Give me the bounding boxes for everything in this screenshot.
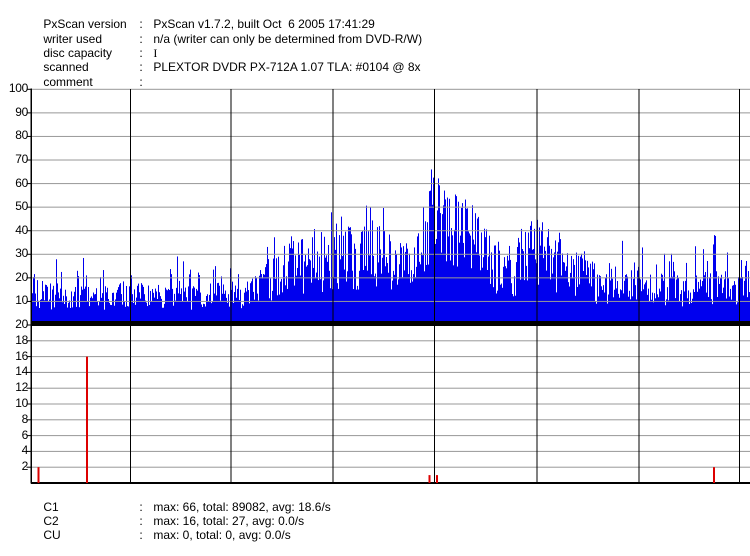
pxscan-report-window: { "header": { "separator": ":", "rows": … [0, 0, 750, 542]
c2-y-tick-label: 14 [15, 364, 28, 379]
stats-row-c1: C1: max: 66, total: 89082, avg: 18.6/s [30, 486, 330, 514]
c1-y-tick-label: 40 [15, 222, 28, 237]
c2-y-tick-label: 8 [21, 411, 29, 426]
c1-y-tick-label: 90 [15, 104, 28, 119]
c1-y-tick-label: 30 [15, 246, 28, 261]
c2-y-tick-label: 20 [15, 317, 28, 331]
stats-value: max: 0, total: 0, avg: 0.0/s [153, 528, 291, 542]
stats-label: CU [43, 528, 61, 542]
info-separator: : [139, 75, 143, 89]
info-row-pxscan-version: PxScan version: PxScan v1.7.2, built Oct … [30, 3, 374, 31]
c2-y-tick-label: 6 [21, 427, 29, 442]
stats-row-c2: C2: max: 16, total: 27, avg: 0.0/s [30, 500, 304, 528]
c2-y-tick-label: 10 [15, 396, 28, 410]
info-row-disc-capacity: disc capacity: I [30, 32, 157, 60]
info-row-comment: comment: [30, 61, 153, 89]
c1-y-tick-label: 80 [15, 128, 28, 143]
c2-y-tick-label: 18 [15, 332, 28, 347]
stats-row-cu: CU: max: 0, total: 0, avg: 0.0/s [30, 514, 290, 542]
c1-y-tick-label: 60 [15, 175, 28, 190]
info-row-writer-used: writer used: n/a (writer can only be dete… [30, 18, 422, 46]
c2-y-tick-label: 4 [21, 443, 29, 458]
info-value: PLEXTOR DVDR PX-712A 1.07 TLA: #0104 @ 8… [153, 60, 421, 74]
c1-y-tick-label: 50 [15, 199, 28, 214]
c2-y-tick-label: 12 [15, 380, 28, 395]
c1-y-tick-label: 70 [15, 152, 28, 166]
c1-y-tick-label: 20 [15, 269, 28, 284]
info-row-scanned: scanned: PLEXTOR DVDR PX-712A 1.07 TLA: #… [30, 46, 420, 74]
info-label: comment [43, 75, 93, 89]
info-value: n/a (writer can only be determined from … [153, 32, 423, 46]
c1-y-tick-label: 100 [8, 81, 28, 96]
c1-y-tick-label: 10 [15, 293, 28, 308]
c2-y-tick-label: 2 [21, 459, 29, 474]
stats-separator: : [139, 528, 143, 542]
c2-y-tick-label: 16 [15, 348, 28, 363]
